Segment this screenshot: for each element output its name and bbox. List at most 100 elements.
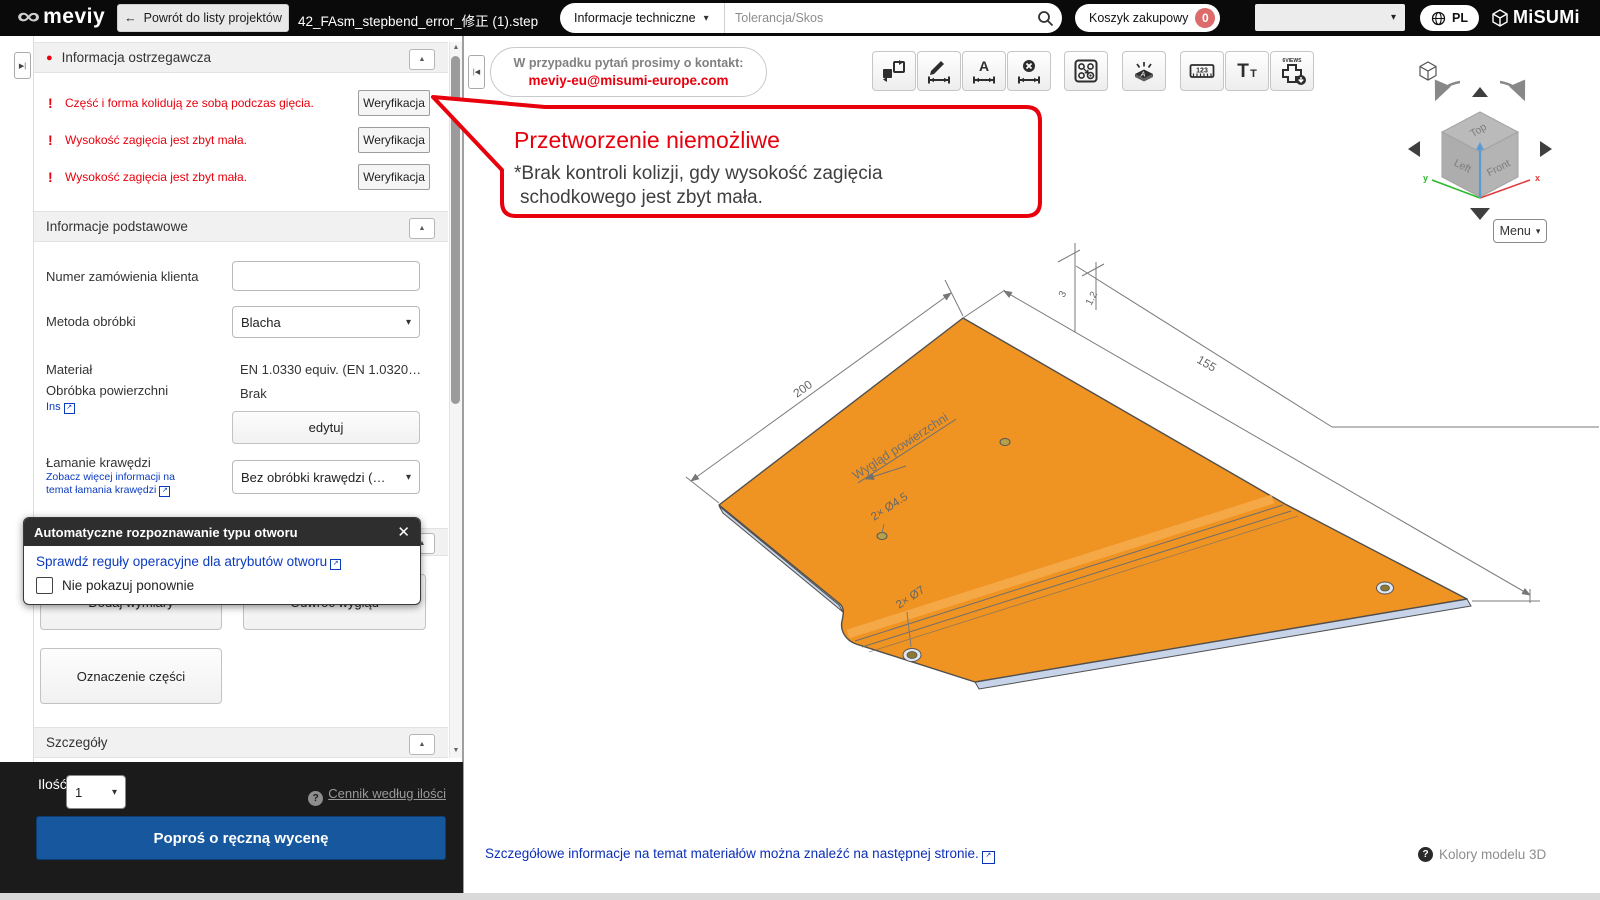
method-select[interactable]: Blacha ▾ [232, 306, 420, 338]
panel-collapse-icon: |◀ [472, 69, 481, 76]
pricing-link[interactable]: ? Cennik według ilości [250, 786, 446, 806]
header-select[interactable]: ▾ [1255, 4, 1405, 31]
search-category-select[interactable]: Informacje techniczne ▾ [560, 3, 725, 33]
sidebar-collapse-handle[interactable]: |◀ [468, 55, 485, 89]
quantity-value: 1 [75, 784, 83, 800]
meviy-app: ∞ meviy ← Powrót do listy projektów 42_F… [0, 0, 1600, 900]
delete-dimension-icon [1018, 60, 1040, 84]
order-number-label: Numer zamówienia klienta [46, 269, 199, 284]
edit-dimension-button[interactable] [917, 51, 961, 91]
dim-200: 200 [791, 377, 816, 400]
model-colors-info[interactable]: ? Kolory modelu 3D [1418, 847, 1546, 862]
verify-button[interactable]: Weryfikacja [358, 164, 430, 190]
edit-button[interactable]: edytuj [232, 411, 420, 444]
dim-155: 155 [1195, 352, 1220, 374]
ins-link[interactable]: Ins ↗ [46, 401, 75, 414]
viewcube-left-face[interactable] [1441, 131, 1481, 198]
contact-box: W przypadku pytań prosimy o kontakt: mev… [490, 47, 767, 97]
window-bottom-strip [0, 893, 1600, 900]
dont-show-again-checkbox[interactable] [36, 577, 53, 594]
warning-row: ! Wysokość zagięcia jest zbyt mała. Wery… [34, 164, 448, 190]
popup-title: Automatyczne rozpoznawanie typu otworu [34, 524, 298, 540]
cube-outline-icon[interactable] [1419, 61, 1437, 81]
contact-email[interactable]: meviy-eu@misumi-europe.com [491, 73, 766, 88]
quantity-select[interactable]: 1 ▾ [66, 775, 126, 809]
verify-button[interactable]: Weryfikacja [358, 127, 430, 153]
meviy-logo[interactable]: ∞ meviy [17, 3, 105, 31]
request-quote-button[interactable]: Poproś o ręczną wycenę [36, 816, 446, 860]
viewcube-gizmo[interactable]: Top Left Front y x [1408, 61, 1552, 220]
language-button[interactable]: PL [1420, 5, 1479, 31]
quantity-label: Ilość [38, 776, 67, 792]
engraving-button[interactable]: A [1122, 51, 1166, 91]
surface-note: Wygląd powierzchni [850, 410, 957, 484]
collapse-warning-button[interactable]: ▲ [409, 49, 435, 70]
part-marking-button[interactable]: Oznaczenie części [40, 648, 222, 704]
rotate-left-arrow[interactable] [1434, 79, 1461, 102]
model-colors-label: Kolory modelu 3D [1439, 847, 1547, 862]
viewcube-top-label: Top [1468, 121, 1489, 140]
method-label: Metoda obróbki [46, 314, 136, 329]
top-bar: ∞ meviy ← Powrót do listy projektów 42_F… [0, 0, 1600, 36]
hole-small[interactable] [876, 532, 888, 540]
contact-line: W przypadku pytań prosimy o kontakt: [513, 56, 744, 70]
svg-text:T: T [1237, 61, 1249, 82]
measure-button[interactable]: 123 [1180, 51, 1224, 91]
hole-large[interactable] [902, 648, 922, 662]
scroll-up-arrow[interactable]: ▲ [450, 44, 462, 51]
text-tool-button[interactable]: TT [1225, 51, 1269, 91]
edge-break-info-link[interactable]: temat łamania krawędzi ↗ [46, 484, 171, 497]
rotate-left-step-arrow[interactable] [1408, 141, 1420, 157]
delete-dimension-button[interactable] [1007, 51, 1051, 91]
replace-part-button[interactable] [872, 51, 916, 91]
rotate-up-arrow[interactable] [1472, 87, 1488, 97]
six-views-icon: 6VIEWS [1282, 58, 1306, 85]
search-category-value: Informacje techniczne [574, 11, 696, 25]
rotate-right-arrow[interactable] [1499, 79, 1526, 102]
sidebar-expand-handle[interactable]: ▶| [14, 52, 31, 79]
quote-footer: Ilość 1 ▾ ? Cennik według ilości Poproś o… [0, 762, 463, 893]
hole-rules-link[interactable]: Sprawdź reguły operacyjne dla atrybutów … [36, 554, 408, 570]
verify-button[interactable]: Weryfikacja [358, 90, 430, 116]
chevron-down-icon: ▾ [1535, 225, 1541, 236]
sheet-metal-part[interactable] [718, 317, 1472, 690]
popup-header: Automatyczne rozpoznawanie typu otworu ✕ [24, 518, 420, 546]
viewcube-front-face[interactable] [1479, 131, 1519, 198]
details-section-header: Szczegóły ▲ [34, 727, 448, 758]
part-top-face[interactable] [718, 317, 1468, 683]
scroll-down-arrow[interactable]: ▼ [450, 747, 462, 754]
collapse-details-button[interactable]: ▲ [409, 734, 435, 755]
collapse-basic-info-button[interactable]: ▲ [409, 218, 435, 239]
external-link-icon: ↗ [981, 851, 995, 864]
back-to-projects-button[interactable]: ← Powrót do listy projektów [117, 4, 289, 32]
edge-break-info-link[interactable]: Zobacz więcej informacji na [46, 471, 175, 483]
text-tool-icon: TT [1237, 61, 1257, 82]
sidebar-scrollbar-thumb[interactable] [451, 56, 460, 404]
rotate-right-step-arrow[interactable] [1540, 141, 1552, 157]
rotate-down-arrow[interactable] [1470, 208, 1490, 220]
text-dimension-button[interactable]: A [962, 51, 1006, 91]
engraving-icon: A [1135, 62, 1153, 82]
external-link-icon: ↗ [63, 403, 75, 414]
language-label: PL [1452, 11, 1468, 25]
warning-section-title: Informacja ostrzegawcza [61, 50, 211, 65]
viewcube-menu-button[interactable]: Menu ▾ [1493, 219, 1547, 243]
cart-button[interactable]: Koszyk zakupowy 0 [1075, 4, 1221, 32]
edge-break-select[interactable]: Bez obróbki krawędzi (… ▾ [232, 460, 420, 494]
file-name: 42_FAsm_stepbend_error_修正 (1).step [298, 14, 539, 29]
hole-large[interactable] [1376, 581, 1394, 595]
search-icon[interactable] [1028, 10, 1062, 27]
search-input[interactable] [725, 11, 1028, 25]
svg-text:A: A [1140, 72, 1146, 79]
six-views-button[interactable]: 6VIEWS [1270, 51, 1314, 91]
hole-recognition-button[interactable] [1064, 51, 1108, 91]
hole-small[interactable] [999, 438, 1011, 446]
warning-text: Wysokość zagięcia jest zbyt mała. [65, 170, 247, 184]
close-icon[interactable]: ✕ [397, 523, 410, 541]
order-number-input[interactable] [232, 261, 420, 291]
viewcube-top-face[interactable] [1440, 111, 1520, 153]
callout-body-line1: *Brak kontroli kolizji, gdy wysokość zag… [514, 163, 883, 184]
external-link-icon: ↗ [159, 486, 171, 497]
edge-break-label: Łamanie krawędzi [46, 455, 151, 470]
materials-info-link[interactable]: Szczegółowe informacje na temat materiał… [485, 846, 995, 864]
